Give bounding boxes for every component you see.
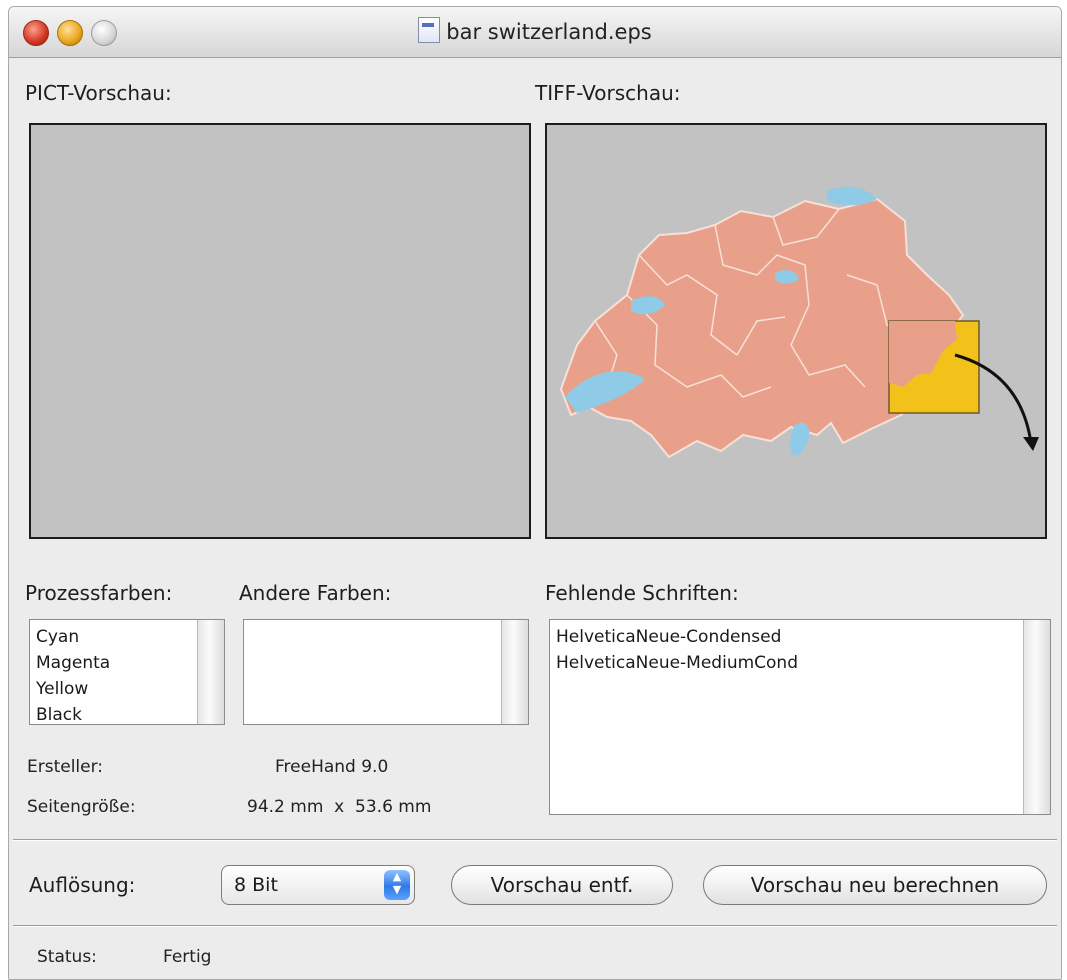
window-title: bar switzerland.eps [9, 17, 1061, 44]
recalculate-preview-button[interactable]: Vorschau neu berechnen [703, 865, 1047, 905]
list-item[interactable]: HelveticaNeue-MediumCond [556, 650, 798, 676]
process-colors-label: Prozessfarben: [25, 581, 173, 605]
stepper-arrows-icon[interactable]: ▲ ▼ [384, 870, 410, 900]
missing-fonts-list[interactable]: HelveticaNeue-Condensed HelveticaNeue-Me… [549, 619, 1051, 815]
pict-preview-label: PICT-Vorschau: [25, 81, 172, 105]
window-title-text: bar switzerland.eps [446, 20, 652, 44]
missing-fonts-scrollbar[interactable] [1023, 620, 1050, 814]
remove-preview-button[interactable]: Vorschau entf. [451, 865, 673, 905]
list-item[interactable]: Yellow [36, 676, 110, 702]
list-item[interactable]: Magenta [36, 650, 110, 676]
title-bar[interactable]: bar switzerland.eps [9, 7, 1061, 58]
resolution-selected-value: 8 Bit [234, 874, 278, 896]
other-colors-list[interactable] [243, 619, 529, 725]
creator-label: Ersteller: [27, 757, 104, 777]
tiff-preview-label: TIFF-Vorschau: [535, 81, 681, 105]
resolution-label: Auflösung: [29, 873, 136, 897]
process-colors-scrollbar[interactable] [197, 620, 224, 724]
other-colors-scrollbar[interactable] [501, 620, 528, 724]
tiff-preview-pane [545, 123, 1047, 539]
resolution-select[interactable]: 8 Bit ▲ ▼ [221, 865, 415, 905]
list-item[interactable]: Black [36, 702, 110, 728]
missing-fonts-items: HelveticaNeue-Condensed HelveticaNeue-Me… [556, 624, 798, 676]
list-item[interactable]: Cyan [36, 624, 110, 650]
document-icon [418, 17, 441, 43]
list-item[interactable]: HelveticaNeue-Condensed [556, 624, 798, 650]
eps-info-window: bar switzerland.eps PICT-Vorschau: TIFF-… [8, 6, 1062, 980]
pict-preview-pane [29, 123, 531, 539]
page-size-value: 94.2 mm x 53.6 mm [247, 797, 432, 817]
status-label: Status: [37, 947, 97, 967]
creator-value: FreeHand 9.0 [275, 757, 389, 777]
switzerland-map-image [559, 186, 1039, 459]
process-colors-list[interactable]: Cyan Magenta Yellow Black [29, 619, 225, 725]
status-value: Fertig [163, 947, 212, 967]
missing-fonts-label: Fehlende Schriften: [545, 581, 739, 605]
process-colors-items: Cyan Magenta Yellow Black [36, 624, 110, 728]
arrow-head [1023, 437, 1039, 451]
divider-top [13, 839, 1057, 840]
other-colors-label: Andere Farben: [239, 581, 392, 605]
divider-bottom [13, 925, 1057, 926]
page-size-label: Seitengröße: [27, 797, 136, 817]
